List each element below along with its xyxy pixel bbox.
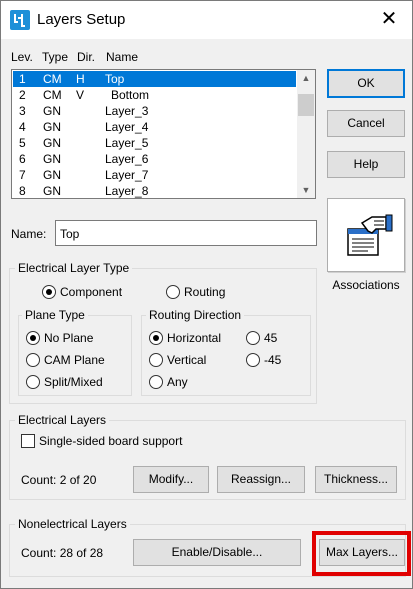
row-level: 2: [19, 88, 26, 102]
nonelectrical-layers-title: Nonelectrical Layers: [15, 517, 130, 531]
row-name: Layer_6: [105, 152, 149, 166]
header-dir: Dir.: [77, 50, 95, 64]
any-label: Any: [167, 375, 188, 389]
row-level: 4: [19, 120, 26, 134]
reassign-button[interactable]: Reassign...: [217, 466, 305, 493]
minus-45-label: -45: [264, 353, 282, 367]
no-plane-label: No Plane: [44, 331, 94, 345]
plane-type-title: Plane Type: [22, 308, 88, 322]
electrical-count: Count: 2 of 20: [21, 473, 97, 487]
vertical-label: Vertical: [167, 353, 207, 367]
row-name: Top: [105, 72, 125, 86]
list-row-4[interactable]: 4 GN Layer_4: [13, 119, 296, 135]
split-mixed-label: Split/Mixed: [44, 375, 103, 389]
row-dir: V: [76, 88, 85, 102]
ok-button[interactable]: OK: [327, 69, 405, 98]
row-name: Layer_7: [105, 168, 149, 182]
header-name: Name: [106, 50, 139, 64]
name-input[interactable]: Top: [55, 220, 317, 246]
cam-plane-radio[interactable]: [26, 353, 40, 367]
no-plane-radio[interactable]: [26, 331, 40, 345]
header-lev: Lev.: [11, 50, 33, 64]
vertical-radio[interactable]: [149, 353, 163, 367]
help-button[interactable]: Help: [327, 151, 405, 178]
electrical-layers-title: Electrical Layers: [15, 413, 110, 427]
component-radio[interactable]: [42, 285, 56, 299]
row-level: 5: [19, 136, 26, 150]
list-row-7[interactable]: 7 GN Layer_7: [13, 167, 296, 183]
associations-icon: [347, 214, 393, 256]
associations-label: Associations: [332, 278, 400, 292]
row-name: Layer_4: [105, 120, 149, 134]
row-level: 6: [19, 152, 26, 166]
list-scrollbar[interactable]: ▲ ▼: [297, 70, 315, 198]
window-title: Layers Setup: [37, 11, 126, 28]
header-type: Type: [42, 50, 69, 64]
row-name: Layer_5: [105, 136, 149, 150]
component-label: Component: [60, 285, 123, 299]
nonelectrical-count: Count: 28 of 28: [21, 546, 104, 560]
row-type: GN: [43, 104, 61, 118]
horizontal-radio[interactable]: [149, 331, 163, 345]
routing-direction-title: Routing Direction: [146, 308, 245, 322]
row-type: GN: [43, 136, 61, 150]
name-label: Name:: [11, 227, 47, 241]
list-row-3[interactable]: 3 GN Layer_3: [13, 103, 296, 119]
row-name: Layer_8: [105, 184, 149, 198]
associations-button[interactable]: [327, 198, 405, 272]
list-row-8[interactable]: 8 GN Layer_8: [13, 183, 296, 198]
cam-plane-label: CAM Plane: [44, 353, 105, 367]
app-icon: [10, 10, 30, 30]
layers-list[interactable]: 1 CM H Top 2 CM V Bottom 3 GN Layer_3 4 …: [11, 69, 316, 199]
45-label: 45: [264, 331, 278, 345]
split-mixed-radio[interactable]: [26, 375, 40, 389]
list-row-1[interactable]: 1 CM H Top: [13, 71, 296, 87]
scroll-thumb[interactable]: [298, 94, 314, 116]
row-level: 7: [19, 168, 26, 182]
cancel-button[interactable]: Cancel: [327, 110, 405, 137]
row-type: GN: [43, 120, 61, 134]
row-name: Layer_3: [105, 104, 149, 118]
single-sided-label: Single-sided board support: [39, 434, 183, 448]
scroll-up-icon[interactable]: ▲: [297, 70, 315, 86]
45-radio[interactable]: [246, 331, 260, 345]
row-type: GN: [43, 168, 61, 182]
row-name: Bottom: [111, 88, 150, 102]
minus-45-radio[interactable]: [246, 353, 260, 367]
row-type: CM: [43, 72, 62, 86]
title-bar: Layers Setup ✕: [1, 1, 412, 39]
modify-button[interactable]: Modify...: [133, 466, 209, 493]
row-level: 1: [19, 72, 26, 86]
list-row-2[interactable]: 2 CM V Bottom: [13, 87, 296, 103]
any-radio[interactable]: [149, 375, 163, 389]
horizontal-label: Horizontal: [167, 331, 222, 345]
scroll-down-icon[interactable]: ▼: [297, 182, 315, 198]
close-icon[interactable]: ✕: [378, 8, 400, 30]
routing-label: Routing: [184, 285, 226, 299]
list-row-6[interactable]: 6 GN Layer_6: [13, 151, 296, 167]
row-type: GN: [43, 152, 61, 166]
electrical-layer-type-title: Electrical Layer Type: [15, 261, 133, 275]
row-level: 8: [19, 184, 26, 198]
row-type: GN: [43, 184, 61, 198]
thickness-button[interactable]: Thickness...: [315, 466, 397, 493]
row-level: 3: [19, 104, 26, 118]
enable-disable-button[interactable]: Enable/Disable...: [133, 539, 301, 566]
single-sided-checkbox[interactable]: [21, 434, 35, 448]
row-dir: H: [76, 72, 85, 86]
highlight-box: [312, 531, 411, 576]
routing-radio[interactable]: [166, 285, 180, 299]
list-row-5[interactable]: 5 GN Layer_5: [13, 135, 296, 151]
row-type: CM: [43, 88, 62, 102]
layers-setup-dialog: Layers Setup ✕ Lev. Type Dir. Name 1 CM …: [0, 0, 413, 589]
